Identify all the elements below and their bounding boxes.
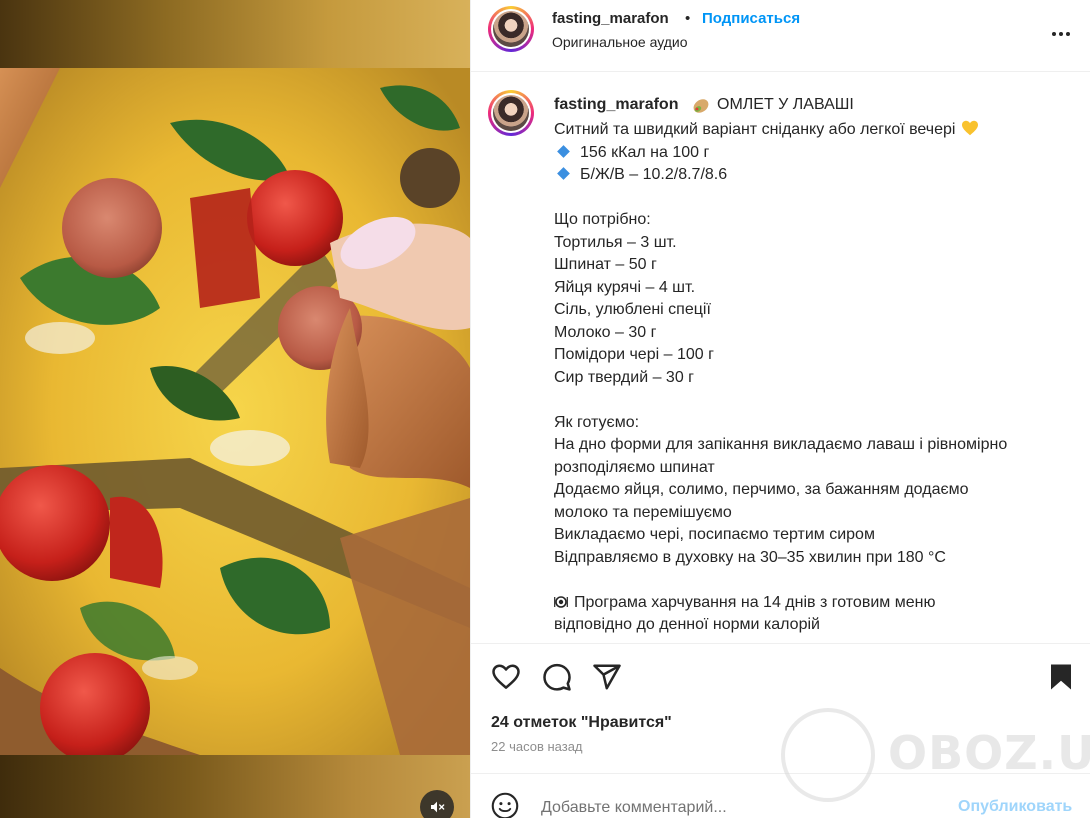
comment-input[interactable] [541,796,931,818]
share-paper-plane-icon[interactable] [592,662,622,692]
program-line: відповідно до денної норми калорій [554,616,820,633]
caption-text: Ситний та швидкий варіант сніданку або л… [554,119,1074,643]
ingredient-item: Яйця курячі – 4 шт. [554,278,696,296]
step-line: На дно форми для запікання викладаємо ла… [554,436,1008,453]
save-bookmark-icon[interactable] [1046,662,1076,692]
ingredient-item: Шпинат – 50 г [554,256,657,273]
avatar-photo [493,95,529,131]
publish-button[interactable]: Опубликовать [958,798,1072,816]
speaker-muted-icon [431,801,445,813]
stat-line: 156 кКал на 100 г [554,142,1074,165]
step-line: Додаємо яйця, солимо, перчимо, за бажанн… [554,481,969,498]
caption-title: ОМЛЕТ У ЛАВАШІ [717,96,854,113]
calories-text: 156 кКал на 100 г [580,143,710,161]
author-avatar[interactable] [488,6,534,52]
post-header: fasting_marafon • Подписаться Оригинальн… [471,0,1090,72]
avatar-photo [493,11,529,47]
ingredient-item: Молоко – 30 г [554,323,657,341]
program-text: Програма харчування на 14 днів з готовим… [574,593,936,611]
yellow-heart-icon [962,120,979,136]
ingredient-item: Помідори чері – 100 г [554,346,714,363]
step-line: Відправляємо в духовку на 30–35 хвилин п… [554,548,946,566]
action-bar: 24 отметок "Нравится" 22 часов назад [471,643,1090,773]
author-username[interactable]: fasting_marafon [552,10,669,27]
post-video[interactable] [0,0,470,818]
step-line: розподіляємо шпинат [554,458,715,476]
blue-diamond-icon [557,167,570,180]
burrito-emoji-icon [693,99,709,113]
follow-button[interactable]: Подписаться [702,10,800,27]
like-heart-icon[interactable] [491,662,521,692]
emoji-smiley-icon[interactable] [491,792,519,818]
post-details-panel: fasting_marafon • Подписаться Оригинальн… [470,0,1090,818]
stat-line: Б/Ж/В – 10.2/8.7/8.6 [554,164,1074,187]
video-letterbox-top [0,0,470,68]
macros-text: Б/Ж/В – 10.2/8.7/8.6 [580,166,728,183]
caption-avatar[interactable] [488,90,534,136]
blue-diamond-icon [557,144,570,158]
ingredient-item: Сіль, улюблені спеції [554,301,711,318]
post-timestamp[interactable]: 22 часов назад [491,739,583,754]
ingredients-heading: Що потрібно: [554,211,651,228]
ingredient-item: Тортилья – 3 шт. [554,233,677,251]
caption-username[interactable]: fasting_marafon [554,96,678,114]
caption-section: fasting_marafon ОМЛЕТ У ЛАВАШІ Ситний та… [471,73,1090,643]
separator-dot: • [685,10,691,27]
program-line: Програма харчування на 14 днів з готовим… [554,592,1074,615]
comment-bubble-icon[interactable] [542,662,572,692]
more-options-icon[interactable] [1049,22,1073,46]
step-line: молоко та перемішуємо [554,503,732,521]
ingredient-item: Сир твердий – 30 г [554,368,694,386]
caption-intro: Ситний та швидкий варіант сніданку або л… [554,121,956,138]
likes-count[interactable]: 24 отметок "Нравится" [491,714,672,732]
plate-cutlery-icon [554,595,568,608]
omelette-in-lavash-image [0,68,470,755]
video-letterbox-bottom [0,755,470,818]
caption-intro-line: Ситний та швидкий варіант сніданку або л… [554,119,1074,142]
mute-button[interactable] [420,790,454,818]
audio-label[interactable]: Оригинальное аудио [552,34,688,50]
steps-heading: Як готуємо: [554,413,640,431]
comment-bar: Опубликовать [471,773,1090,818]
step-line: Викладаємо чері, посипаємо тертим сиром [554,526,875,543]
